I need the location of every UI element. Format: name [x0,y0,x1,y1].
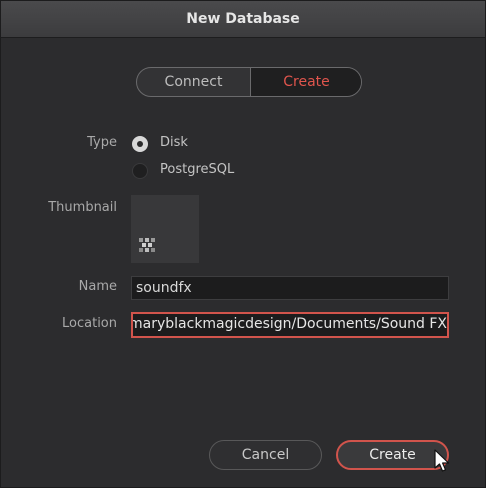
name-field[interactable]: soundfx [131,276,449,300]
mouse-pointer-icon [434,449,450,472]
database-thumbnail-icon [139,238,155,252]
radio-postgresql[interactable] [132,163,148,179]
location-value: ers/maryblackmagicdesign/Documents/Sound… [131,316,447,332]
radio-disk[interactable] [132,136,148,152]
connect-create-toggle[interactable]: Connect Create [136,67,362,97]
dialog-title: New Database [1,1,485,38]
radio-disk-label[interactable]: Disk [160,135,188,150]
name-label: Name [78,279,117,294]
location-field[interactable]: ers/maryblackmagicdesign/Documents/Sound… [131,312,449,338]
new-database-dialog: New Database Connect Create Type Disk Po… [0,0,486,488]
tab-connect[interactable]: Connect [137,68,250,96]
tab-create[interactable]: Create [250,68,361,96]
thumbnail-label: Thumbnail [48,200,117,215]
thumbnail-preview[interactable] [131,195,199,263]
cancel-button[interactable]: Cancel [209,440,322,470]
radio-postgresql-label[interactable]: PostgreSQL [160,162,234,177]
location-label: Location [62,316,117,331]
type-label: Type [87,135,117,150]
